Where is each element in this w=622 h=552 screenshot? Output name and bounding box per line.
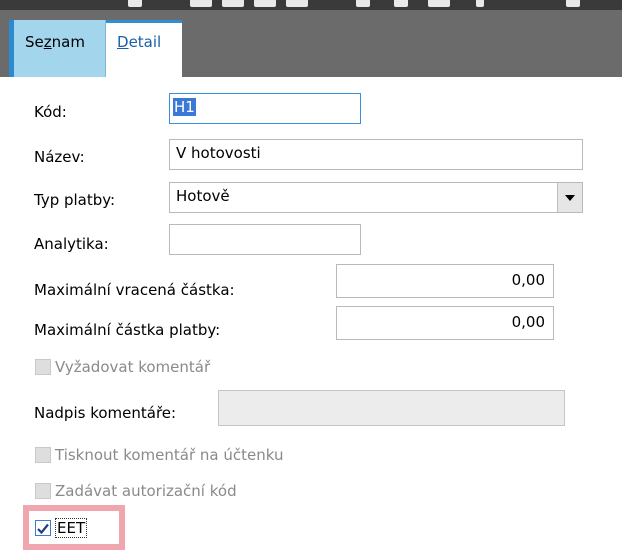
max-platby-input[interactable]: 0,00 bbox=[336, 306, 554, 340]
tab-seznam-label-post: nam bbox=[51, 33, 85, 51]
kod-value: H1 bbox=[173, 98, 196, 116]
eet-label: EET bbox=[55, 518, 88, 538]
toolbar-strip bbox=[0, 0, 622, 10]
vyzadovat-komentar-label: Vyžadovat komentář bbox=[55, 358, 211, 376]
kod-input[interactable]: H1 bbox=[169, 93, 361, 124]
chevron-down-icon bbox=[565, 194, 575, 201]
dropdown-button[interactable] bbox=[557, 183, 582, 212]
nazev-input[interactable]: V hotovosti bbox=[169, 139, 583, 170]
nadpis-komentare-input[interactable] bbox=[218, 390, 565, 426]
tisknout-komentar-label: Tisknout komentář na účtenku bbox=[55, 446, 284, 464]
top-toolbar-area: Seznam Detail bbox=[0, 0, 622, 77]
vyzadovat-komentar-checkbox[interactable]: Vyžadovat komentář bbox=[35, 358, 210, 376]
toolbar-icon[interactable] bbox=[222, 0, 244, 7]
toolbar-icon[interactable] bbox=[428, 0, 450, 7]
checkbox-box[interactable] bbox=[35, 483, 51, 499]
typ-platby-select[interactable]: Hotově bbox=[169, 182, 583, 213]
tab-detail-label-accesskey: D bbox=[117, 33, 129, 51]
tab-seznam-label-accesskey: z bbox=[43, 33, 52, 51]
nazev-label: Název: bbox=[34, 148, 85, 166]
max-vracena-input[interactable]: 0,00 bbox=[336, 264, 554, 298]
toolbar-icon[interactable] bbox=[394, 0, 408, 7]
checkbox-box[interactable] bbox=[35, 359, 51, 375]
tab-detail-label-post: etail bbox=[128, 33, 162, 51]
tab-seznam-label-pre: Se bbox=[25, 33, 44, 51]
nadpis-komentare-label: Nadpis komentáře: bbox=[34, 404, 177, 422]
toolbar-icon[interactable] bbox=[476, 0, 484, 7]
typ-platby-label: Typ platby: bbox=[34, 191, 116, 209]
kod-label: Kód: bbox=[34, 103, 67, 121]
eet-checkbox[interactable]: EET bbox=[35, 518, 88, 538]
checkbox-box[interactable] bbox=[35, 447, 51, 463]
tab-detail[interactable]: Detail bbox=[106, 20, 182, 77]
autorizacni-kod-label: Zadávat autorizační kód bbox=[55, 482, 237, 500]
toolbar-icon[interactable] bbox=[254, 0, 276, 7]
max-vracena-label: Maximální vracená částka: bbox=[34, 281, 235, 299]
toolbar-icon[interactable] bbox=[128, 0, 142, 7]
toolbar-icon[interactable] bbox=[190, 0, 212, 7]
checkbox-box[interactable] bbox=[35, 520, 51, 536]
toolbar-icon[interactable] bbox=[286, 0, 308, 7]
max-platby-label: Maximální částka platby: bbox=[34, 321, 221, 339]
analytika-input[interactable] bbox=[169, 224, 361, 255]
toolbar-icon[interactable] bbox=[356, 0, 370, 7]
autorizacni-kod-checkbox[interactable]: Zadávat autorizační kód bbox=[35, 482, 237, 500]
typ-platby-value: Hotově bbox=[176, 187, 230, 205]
toolbar-icon[interactable] bbox=[566, 0, 580, 7]
tisknout-komentar-checkbox[interactable]: Tisknout komentář na účtenku bbox=[35, 446, 283, 464]
checkmark-icon bbox=[37, 523, 49, 534]
tab-seznam[interactable]: Seznam bbox=[14, 20, 106, 77]
analytika-label: Analytika: bbox=[34, 235, 109, 253]
